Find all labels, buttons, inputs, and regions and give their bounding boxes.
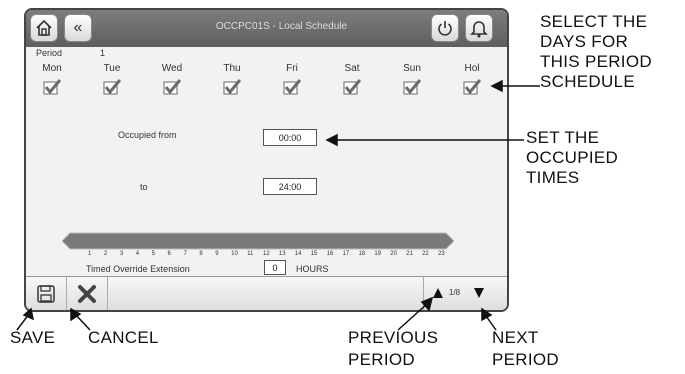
label-next-period: NEXT PERIOD — [492, 328, 559, 369]
callout-set-times: SET THE OCCUPIED TIMES — [526, 128, 619, 187]
label-save: SAVE — [10, 328, 56, 347]
label-cancel: CANCEL — [88, 328, 159, 347]
label-previous-period: PREVIOUS PERIOD — [348, 328, 439, 369]
callout-select-days: SELECT THE DAYS FOR THIS PERIOD SCHEDULE — [540, 12, 652, 91]
